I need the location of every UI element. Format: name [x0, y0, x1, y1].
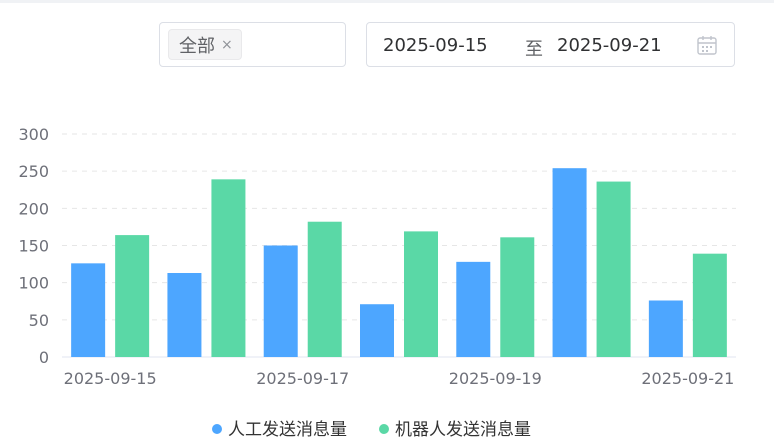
y-tick-label: 100 — [18, 274, 49, 293]
bar-manual — [167, 273, 202, 357]
legend-label-robot: 机器人发送消息量 — [395, 420, 531, 440]
x-tick-label: 2025-09-21 — [641, 369, 734, 388]
bar-manual — [552, 168, 587, 357]
bar-manual — [456, 261, 491, 357]
legend-marker-robot — [379, 424, 389, 434]
bar-robot — [596, 181, 631, 357]
bar-robot — [211, 179, 246, 357]
legend-marker-manual — [212, 424, 222, 434]
x-tick-label: 2025-09-17 — [256, 369, 349, 388]
y-tick-label: 250 — [18, 162, 49, 181]
y-tick-label: 200 — [18, 199, 49, 218]
y-tick-label: 50 — [29, 311, 49, 330]
bar-robot — [500, 237, 535, 357]
legend-label-manual: 人工发送消息量 — [228, 420, 347, 440]
bar-robot — [115, 235, 150, 357]
bar-robot — [404, 231, 438, 357]
bar-robot — [307, 221, 342, 357]
bar-manual — [263, 245, 298, 357]
bar-manual — [360, 304, 394, 357]
message-volume-chart: 0 50 100 150 200 250 300 2025-09-15 2025-09-17 20… — [18, 125, 736, 440]
y-tick-label: 300 — [18, 125, 49, 144]
x-tick-label: 2025-09-15 — [64, 369, 157, 388]
x-tick-label: 2025-09-19 — [449, 369, 542, 388]
y-tick-label: 0 — [39, 348, 49, 367]
bar-manual — [71, 263, 106, 357]
bar-manual — [648, 300, 683, 357]
y-tick-label: 150 — [18, 237, 49, 256]
bar-robot — [692, 253, 727, 357]
